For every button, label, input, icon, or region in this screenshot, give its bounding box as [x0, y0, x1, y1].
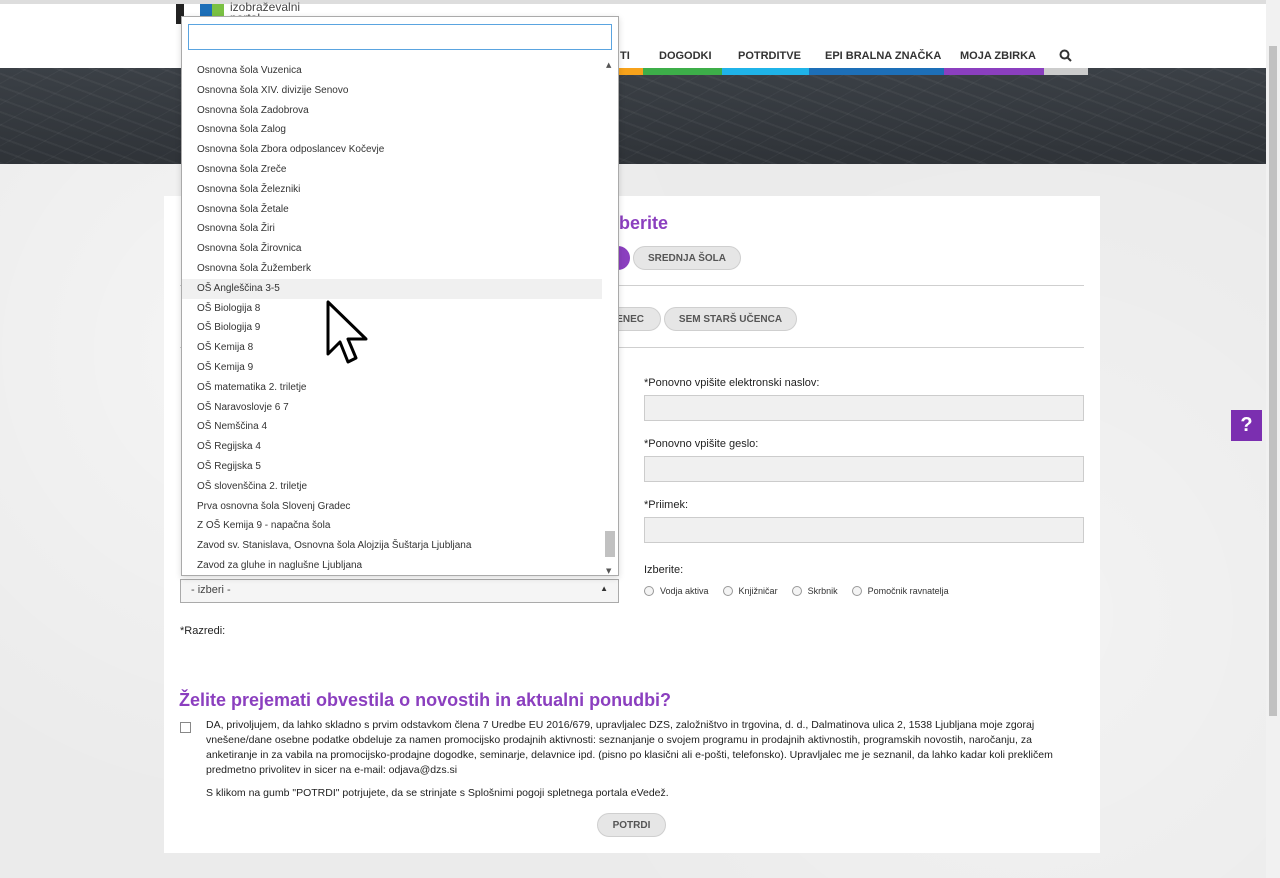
page-scrollbar[interactable]	[1266, 0, 1280, 878]
nav-color-bar-green	[643, 68, 722, 75]
caret-up-icon: ▲	[600, 584, 608, 593]
reenter-email-input[interactable]	[644, 395, 1084, 421]
surname-label: *Priimek:	[644, 499, 689, 511]
nav-item-dogodki[interactable]: DOGODKI	[659, 50, 712, 62]
school-dropdown: Osnovna šola Vuzenica Osnovna šola XIV. d…	[181, 16, 619, 576]
dropdown-option[interactable]: OŠ Kemija 9	[182, 358, 602, 378]
dropdown-option[interactable]: OŠ slovenščina 2. triletje	[182, 477, 602, 497]
submit-button[interactable]: POTRDI	[597, 813, 666, 837]
dropdown-option[interactable]: Osnovna šola Žetale	[182, 200, 602, 220]
dropdown-option[interactable]: OŠ Kemija 8	[182, 338, 602, 358]
dropdown-option[interactable]: Osnovna šola Žužemberk	[182, 259, 602, 279]
consent-paragraph: DA, privoljujem, da lahko skladno s prvi…	[206, 719, 1053, 776]
dropdown-option[interactable]: Osnovna šola Železniki	[182, 180, 602, 200]
grades-label: *Razredi:	[180, 625, 226, 637]
nav-item-potrditve[interactable]: POTRDITVE	[738, 50, 801, 62]
nav-color-bar-blue	[809, 68, 944, 75]
dropdown-option[interactable]: Osnovna šola Zadobrova	[182, 101, 602, 121]
consent-checkbox[interactable]	[180, 722, 191, 733]
reenter-password-input[interactable]	[644, 456, 1084, 482]
dropdown-option[interactable]: OŠ Regijska 5	[182, 457, 602, 477]
scroll-up-icon[interactable]: ▲	[606, 61, 611, 69]
role-radio-group: Vodja aktiva Knjižničar Skrbnik Pomočnik…	[644, 586, 963, 596]
dropdown-search-input[interactable]	[188, 24, 612, 50]
dropdown-option[interactable]: Osnovna šola Zalog	[182, 120, 602, 140]
search-icon[interactable]	[1059, 49, 1072, 65]
reenter-email-label: *Ponovno vpišite elektronski naslov:	[644, 377, 820, 389]
surname-input[interactable]	[644, 517, 1084, 543]
nav-color-bar-grey	[1044, 68, 1088, 75]
dropdown-option[interactable]: Prva osnovna šola Slovenj Gradec	[182, 497, 602, 517]
dropdown-option[interactable]: Osnovna šola Žiri	[182, 219, 602, 239]
dropdown-scroll-thumb[interactable]	[605, 531, 615, 557]
radio-vodja-aktiva[interactable]	[644, 586, 654, 596]
dropdown-option[interactable]: Zavod sv. Stanislava, Osnovna šola Alojz…	[182, 536, 602, 556]
page-scroll-thumb[interactable]	[1269, 46, 1277, 716]
dropdown-scrollbar[interactable]: ▲ ▼	[604, 61, 616, 575]
radio-label: Vodja aktiva	[660, 586, 709, 596]
nav-color-bar-purple	[944, 68, 1044, 75]
radio-knjiznicar[interactable]	[722, 586, 733, 596]
scroll-down-icon[interactable]: ▼	[606, 567, 611, 575]
school-select-value: - izberi -	[191, 584, 231, 596]
dropdown-option[interactable]: OŠ Naravoslovje 6 7	[182, 398, 602, 418]
nav-color-bar-cyan	[722, 68, 809, 75]
dropdown-option[interactable]: OŠ matematika 2. triletje	[182, 378, 602, 398]
radio-pomocnik-ravnatelja[interactable]	[851, 586, 862, 596]
dropdown-option[interactable]: Osnovna šola Žirovnica	[182, 239, 602, 259]
mouse-cursor-icon	[326, 300, 370, 374]
nav-color-bar-orange	[615, 68, 643, 75]
role-parent-button[interactable]: SEM STARŠ UČENCA	[664, 307, 797, 331]
choose-role-label: Izberite:	[644, 564, 684, 576]
radio-label: Knjižničar	[738, 586, 778, 596]
nav-item-partial[interactable]: TI	[620, 50, 630, 62]
dropdown-option[interactable]: OŠ Biologija 9	[182, 318, 602, 338]
form-heading: berite	[619, 213, 669, 233]
school-type-secondary-button[interactable]: SREDNJA ŠOLA	[633, 246, 741, 270]
help-button[interactable]: ?	[1231, 410, 1262, 441]
consent-text: DA, privoljujem, da lahko skladno s prvi…	[206, 718, 1076, 801]
dropdown-option[interactable]: Osnovna šola Zbora odposlancev Kočevje	[182, 140, 602, 160]
dropdown-option[interactable]: Osnovna šola Zreče	[182, 160, 602, 180]
dropdown-option[interactable]: OŠ Angleščina 3-5	[182, 278, 602, 299]
dropdown-option[interactable]: Osnovna šola XIV. divizije Senovo	[182, 81, 602, 101]
terms-text: S klikom na gumb "POTRDI" potrjujete, da…	[206, 787, 669, 799]
radio-skrbnik[interactable]	[791, 586, 802, 596]
dropdown-option[interactable]: Z OŠ Kemija 9 - napačna šola	[182, 516, 602, 536]
dropdown-option[interactable]: Zavod za gluhe in naglušne Ljubljana	[182, 556, 602, 575]
reenter-password-label: *Ponovno vpišite geslo:	[644, 438, 759, 450]
dropdown-options-list: Osnovna šola Vuzenica Osnovna šola XIV. d…	[182, 61, 602, 575]
nav-item-moja-zbirka[interactable]: MOJA ZBIRKA	[960, 50, 1036, 62]
dropdown-option[interactable]: OŠ Regijska 4	[182, 437, 602, 457]
dropdown-option[interactable]: Osnovna šola Vuzenica	[182, 61, 602, 81]
nav-item-epi-bralna-znacka[interactable]: EPI BRALNA ZNAČKA	[825, 50, 941, 62]
school-select[interactable]: - izberi - ▲	[180, 579, 619, 603]
radio-label: Pomočnik ravnatelja	[867, 586, 949, 596]
radio-label: Skrbnik	[807, 586, 838, 596]
dropdown-option[interactable]: OŠ Nemščina 4	[182, 417, 602, 437]
dropdown-option[interactable]: OŠ Biologija 8	[182, 299, 602, 319]
newsletter-title: Želite prejemati obvestila o novostih in…	[179, 690, 672, 710]
